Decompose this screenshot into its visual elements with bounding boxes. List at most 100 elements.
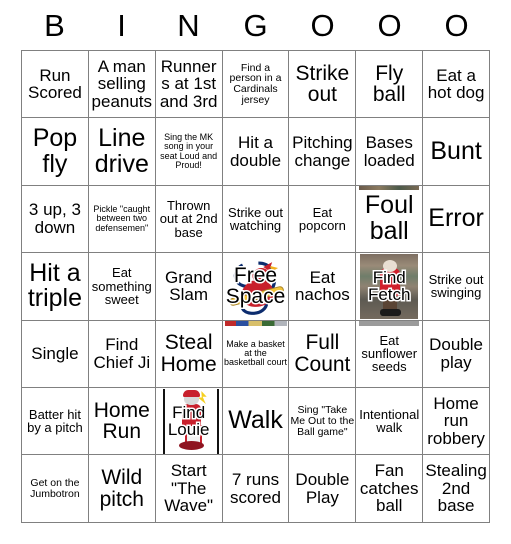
bingo-cell[interactable]: Eat a hot dog	[423, 51, 491, 119]
bingo-cell-label: Free Space	[224, 263, 287, 309]
bingo-cell[interactable]: Single	[22, 320, 89, 388]
bingo-cell-label: Hit a double	[229, 133, 282, 170]
bingo-cell[interactable]: Run Scored	[22, 51, 89, 119]
bingo-cell[interactable]: Fly ball	[356, 51, 424, 119]
bingo-cell[interactable]: Eat sunflower seeds	[356, 320, 424, 388]
bingo-cell[interactable]: Double play	[423, 320, 491, 388]
bingo-cell-label: Batter hit by a pitch	[27, 406, 83, 436]
bingo-cell-label: Walk	[228, 406, 283, 435]
bingo-cell-label: Line drive	[94, 123, 149, 178]
bingo-cell-label: Runners at 1st and 3rd	[159, 56, 218, 111]
bingo-cell-label: Home Run	[93, 398, 150, 444]
bingo-cell[interactable]: Make a basket at the basketball court	[222, 320, 290, 388]
bingo-cell[interactable]: Find Louie	[155, 387, 223, 456]
bingo-header-letter: I	[117, 7, 126, 43]
bingo-cell-label: Home run robbery	[427, 393, 485, 448]
bingo-card: B I N G O O O Run Scored A man selling peanuts R…	[21, 0, 491, 523]
bingo-cell-label: Eat a hot dog	[427, 65, 485, 103]
bingo-cell[interactable]: Start "The Wave"	[155, 455, 223, 523]
bingo-cell-label: Steal Home	[160, 331, 217, 376]
bingo-cell[interactable]: Pickle "caught between two defensemen"	[88, 185, 156, 254]
bingo-cell[interactable]: Eat popcorn	[289, 185, 357, 254]
bingo-row: Get on the Jumbotron Wild pitch Start "The…	[22, 455, 491, 523]
bingo-cell[interactable]: Double Play	[289, 455, 357, 523]
bingo-cell-label: Wild pitch	[99, 465, 144, 511]
bingo-cell[interactable]: Sing "Take Me Out to the Ball game"	[289, 387, 357, 456]
bingo-cell[interactable]: Find a person in a Cardinals jersey	[222, 51, 290, 119]
bingo-cell-label: Grand Slam	[165, 267, 213, 305]
bingo-cell-label: Intentional walk	[359, 406, 420, 436]
bingo-cell[interactable]: Strike out	[289, 51, 357, 119]
bingo-cell[interactable]: Get on the Jumbotron	[22, 455, 89, 523]
bingo-cell[interactable]: Home Run	[88, 387, 156, 456]
bingo-cell-label: Pickle "caught between two defensemen"	[93, 204, 151, 233]
bingo-cell-label: 3 up, 3 down	[28, 200, 81, 237]
bingo-cell[interactable]: Hit a double	[222, 118, 290, 186]
bingo-cell[interactable]: Home run robbery	[423, 387, 491, 456]
bingo-cell-label: Fly ball	[372, 61, 406, 107]
bingo-cell-label: A man selling peanuts	[91, 56, 153, 111]
bingo-cell-label: Thrown out at 2nd base	[159, 197, 218, 240]
bingo-cell-label: Get on the Jumbotron	[30, 476, 80, 500]
bingo-cell[interactable]: Find Fetch	[356, 253, 424, 321]
bingo-cell-label: Find Chief Ji	[93, 335, 151, 372]
bingo-cell-label: Find Louie	[166, 402, 211, 440]
bingo-row: Single Find Chief Ji Steal Home Make a bask…	[22, 320, 491, 388]
bingo-row: Pop fly Line drive Sing the MK song in you…	[22, 118, 491, 186]
bingo-cell-label: Eat sunflower seeds	[361, 332, 418, 375]
bingo-cell-label: 7 runs scored	[229, 470, 282, 507]
bingo-row: Run Scored A man selling peanuts Runners a…	[22, 51, 491, 119]
bingo-cell[interactable]: Pitching change	[289, 118, 357, 186]
bingo-cell-label: Fan catches ball	[359, 461, 419, 516]
bingo-cell-label: Make a basket at the basketball court	[223, 338, 288, 368]
bingo-cell[interactable]: Eat something sweet	[88, 253, 156, 321]
bingo-cell-label: Full Count	[294, 331, 351, 376]
bingo-cell[interactable]: Bases loaded	[356, 118, 424, 186]
bingo-cell[interactable]: Hit a triple	[22, 253, 89, 321]
bingo-header-letter: O	[377, 7, 402, 43]
bingo-cell-label: Hit a triple	[27, 258, 83, 313]
bingo-cell[interactable]: A man selling peanuts	[88, 51, 156, 119]
bingo-cell[interactable]: 3 up, 3 down	[22, 185, 89, 254]
bingo-cell[interactable]: Thrown out at 2nd base	[155, 185, 223, 254]
bingo-cell[interactable]: Sing the MK song in your seat Loud and P…	[155, 118, 223, 186]
bingo-cell[interactable]: Walk	[222, 387, 290, 456]
bingo-cell-label: Start "The Wave"	[164, 461, 214, 516]
bingo-row: 3 up, 3 down Pickle "caught between two d…	[22, 185, 491, 254]
bingo-cell[interactable]: Wild pitch	[88, 455, 156, 523]
bingo-cell[interactable]: Bunt	[423, 118, 491, 186]
bingo-header-letter: B	[44, 7, 65, 43]
bingo-cell[interactable]: Eat nachos	[289, 253, 357, 321]
bingo-cell[interactable]: Find Chief Ji	[88, 320, 156, 388]
bingo-header-letter: G	[243, 7, 268, 43]
bingo-cell-label: Bunt	[430, 136, 482, 165]
bingo-cell-label: Eat something sweet	[91, 265, 152, 308]
bingo-cell[interactable]: Batter hit by a pitch	[22, 387, 89, 456]
bingo-cell[interactable]: Strike out watching	[222, 185, 290, 254]
bingo-cell[interactable]: 7 runs scored	[222, 455, 290, 523]
bingo-header-letter: N	[177, 7, 200, 43]
bingo-cell-label: Sing "Take Me Out to the Ball game"	[290, 403, 355, 438]
bingo-cell[interactable]: Free Space	[222, 253, 290, 321]
bingo-cell[interactable]: Line drive	[88, 118, 156, 186]
bingo-cell[interactable]: Steal Home	[155, 320, 223, 388]
bingo-cell[interactable]: Full Count	[289, 320, 357, 388]
bingo-cell-label: Sing the MK song in your seat Loud and P…	[160, 132, 218, 170]
bingo-cell-label: Single	[31, 344, 79, 363]
bingo-cell[interactable]: Pop fly	[22, 118, 89, 186]
bingo-cell-label: Pitching change	[292, 133, 353, 170]
bingo-cell-label: Run Scored	[27, 65, 82, 103]
bingo-cell[interactable]: Error	[423, 185, 491, 254]
bingo-cell[interactable]: Grand Slam	[155, 253, 223, 321]
bingo-cell[interactable]: Stealing 2nd base	[423, 455, 491, 523]
bingo-cell-label: Error	[428, 204, 484, 233]
bingo-cell[interactable]: Fan catches ball	[356, 455, 424, 523]
bingo-cell[interactable]: Intentional walk	[356, 387, 424, 456]
bingo-header-letter: O	[310, 7, 335, 43]
bingo-header-row: BINGOOO	[21, 0, 490, 50]
bingo-cell[interactable]: Strike out swinging	[423, 253, 491, 321]
bingo-row: Batter hit by a pitch Home Run Find Louie W…	[22, 387, 491, 456]
bingo-cell[interactable]: Runners at 1st and 3rd	[155, 51, 223, 119]
bingo-cell[interactable]: Foul ball	[356, 185, 424, 254]
bingo-cell-label: Strike out watching	[228, 204, 283, 233]
